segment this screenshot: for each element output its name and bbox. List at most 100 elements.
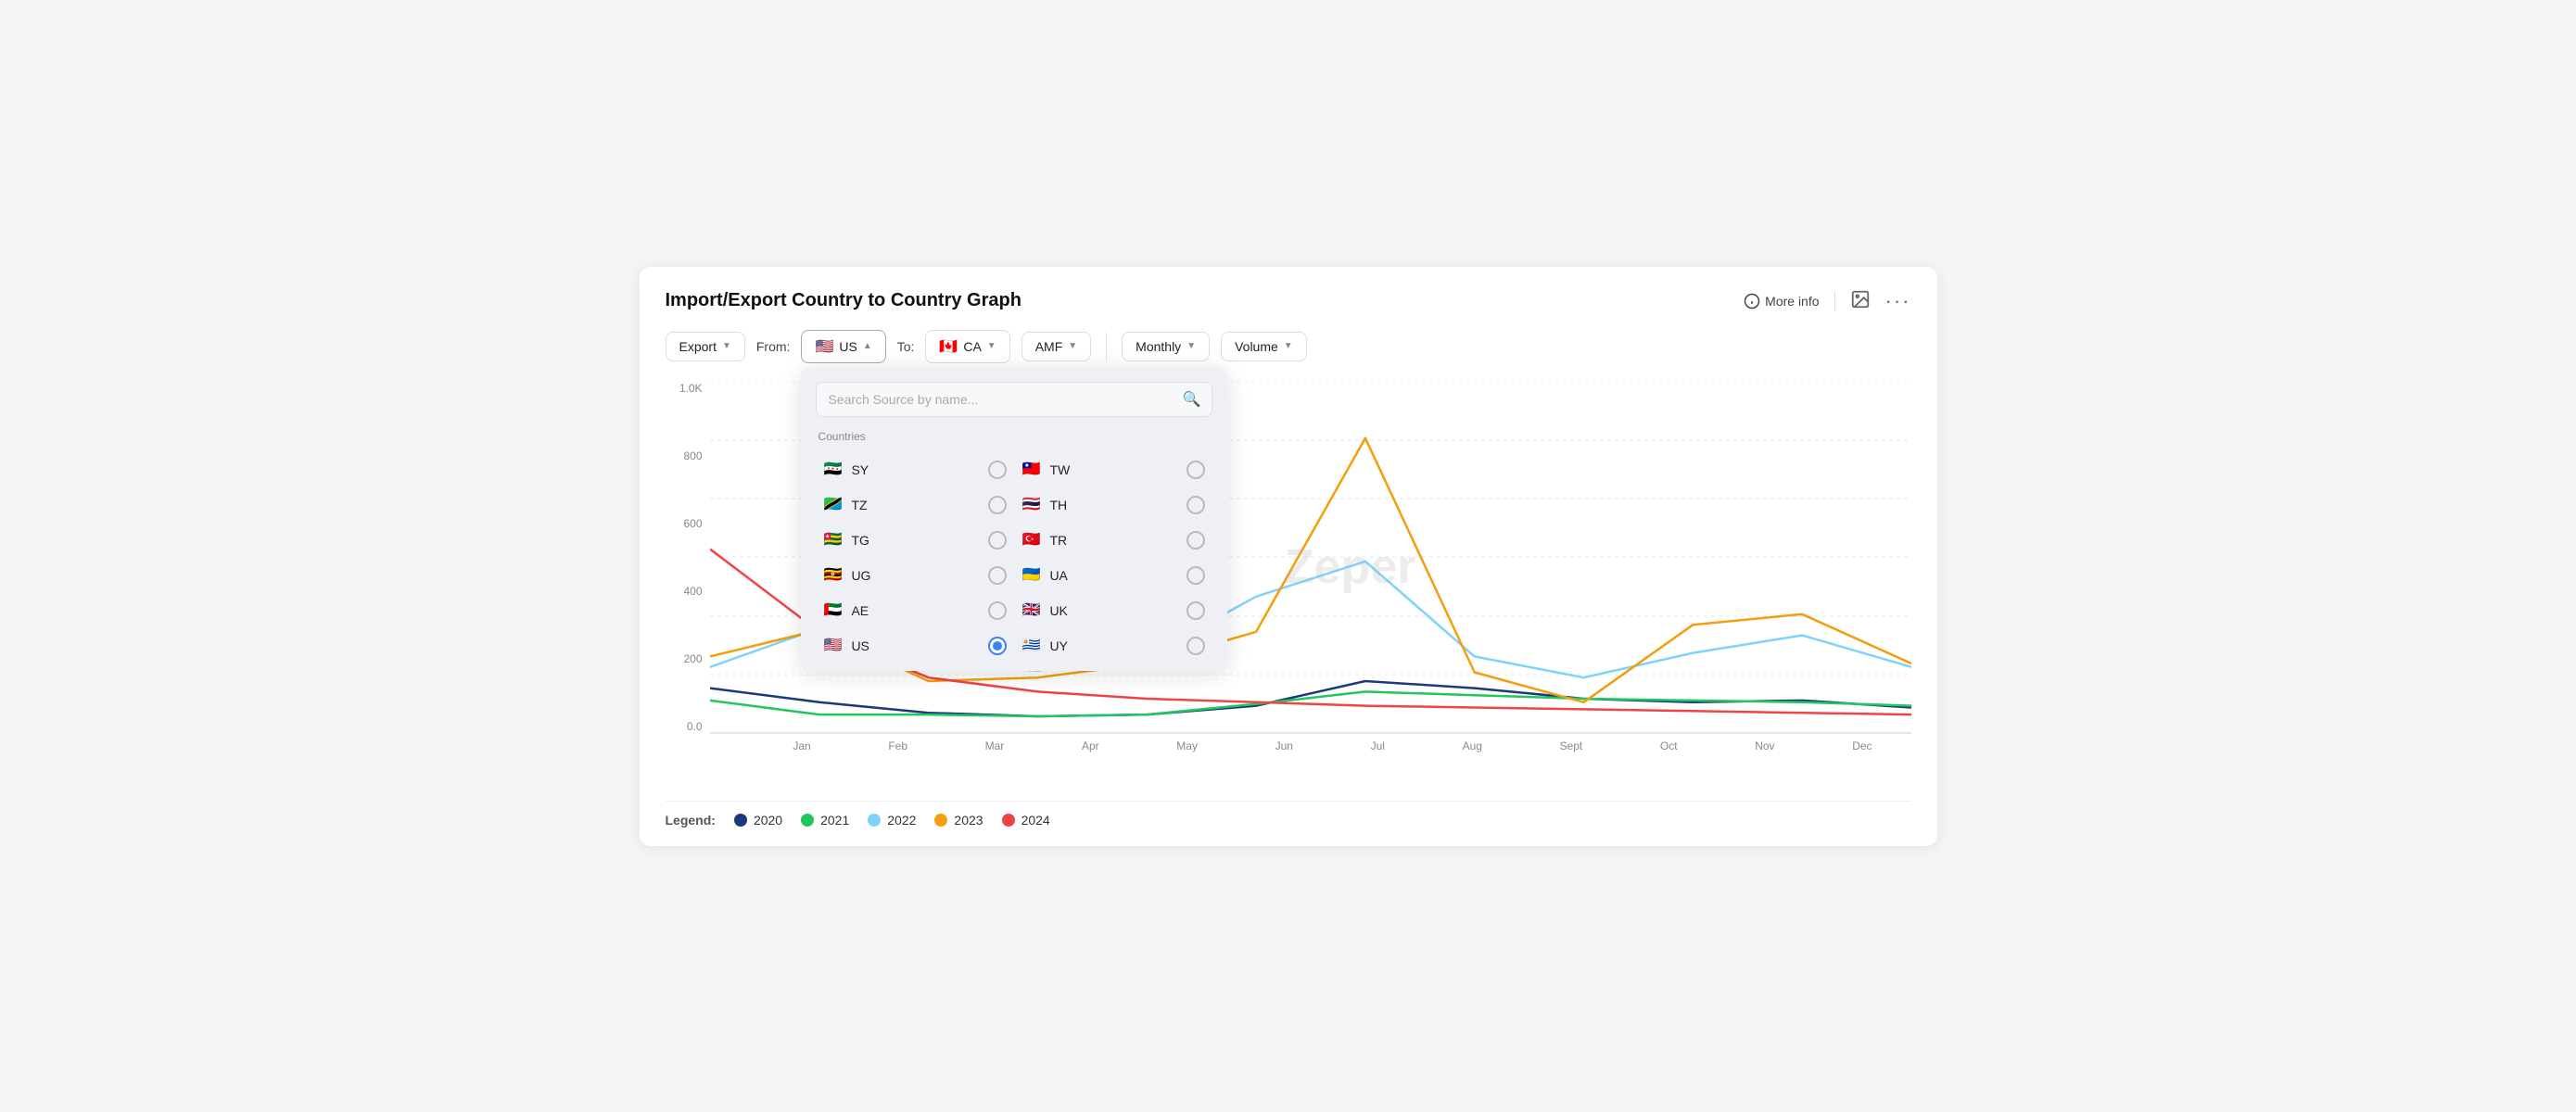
radio-ae[interactable]: [988, 601, 1007, 620]
country-code-us: US: [851, 638, 981, 653]
legend-label: Legend:: [666, 813, 716, 828]
from-dropdown[interactable]: 🇺🇸 US ▲: [801, 330, 885, 363]
legend-dot-2020: [734, 814, 747, 827]
flag-icon-ua: 🇺🇦: [1022, 568, 1042, 582]
from-label: From:: [756, 339, 791, 354]
y-label: 800: [683, 449, 702, 462]
from-value: US: [839, 339, 857, 354]
export-chevron-icon: ▼: [722, 341, 731, 351]
header-actions: More info ···: [1744, 289, 1910, 313]
country-code-ug: UG: [851, 568, 981, 583]
controls-row: Export ▼ From: 🇺🇸 US ▲ 🔍 Countries 🇸🇾: [666, 330, 1911, 363]
x-label: Aug: [1463, 739, 1482, 752]
flag-icon-tz: 🇹🇿: [823, 498, 844, 512]
us-flag-icon: 🇺🇸: [815, 337, 833, 356]
measure-value: Volume: [1235, 339, 1278, 354]
export-dropdown[interactable]: Export ▼: [666, 332, 745, 361]
search-input[interactable]: [828, 392, 1182, 407]
radio-ug[interactable]: [988, 566, 1007, 585]
country-code-tw: TW: [1049, 462, 1179, 477]
info-icon: [1744, 293, 1760, 310]
x-label: Dec: [1852, 739, 1872, 752]
country-code-sy: SY: [851, 462, 981, 477]
country-item-us[interactable]: 🇺🇸 US: [816, 628, 1014, 663]
ca-flag-icon: 🇨🇦: [939, 337, 958, 356]
radio-tr[interactable]: [1186, 531, 1205, 550]
main-card: Import/Export Country to Country Graph M…: [640, 267, 1937, 846]
flag-icon-us: 🇺🇸: [823, 638, 844, 652]
legend-dot-2024: [1002, 814, 1015, 827]
countries-grid: 🇸🇾 SY 🇹🇼 TW 🇹🇿 TZ 🇹🇭 TH 🇹🇬 TG 🇹🇷 TR 🇺🇬 U…: [816, 452, 1212, 663]
country-item-ug[interactable]: 🇺🇬 UG: [816, 558, 1014, 593]
radio-ua[interactable]: [1186, 566, 1205, 585]
frequency-dropdown[interactable]: Monthly ▼: [1122, 332, 1210, 361]
page-title: Import/Export Country to Country Graph: [666, 290, 1022, 311]
radio-th[interactable]: [1186, 496, 1205, 514]
x-label: Oct: [1660, 739, 1678, 752]
country-item-th[interactable]: 🇹🇭 TH: [1014, 487, 1212, 523]
flag-icon-ug: 🇺🇬: [823, 568, 844, 582]
more-options-icon[interactable]: ···: [1885, 291, 1911, 311]
country-code-ae: AE: [851, 603, 981, 618]
legend-item-2020: 2020: [734, 813, 782, 828]
header-divider: [1834, 292, 1835, 310]
commodity-dropdown[interactable]: AMF ▼: [1022, 332, 1091, 361]
x-label: Jun: [1275, 739, 1293, 752]
to-chevron-icon: ▼: [987, 341, 996, 351]
more-info-button[interactable]: More info: [1744, 293, 1819, 310]
y-label: 600: [683, 517, 702, 530]
country-item-tg[interactable]: 🇹🇬 TG: [816, 523, 1014, 558]
flag-icon-uk: 🇬🇧: [1022, 603, 1042, 617]
countries-section-label: Countries: [816, 430, 1212, 443]
header-row: Import/Export Country to Country Graph M…: [666, 289, 1911, 313]
country-code-uy: UY: [1049, 638, 1179, 653]
flag-icon-tr: 🇹🇷: [1022, 533, 1042, 547]
country-code-tr: TR: [1049, 533, 1179, 548]
image-icon[interactable]: [1850, 289, 1871, 313]
x-label: Feb: [888, 739, 907, 752]
legend-row: Legend: 2020 2021 2022 2023 2024: [666, 801, 1911, 828]
country-code-tg: TG: [851, 533, 981, 548]
y-label: 0.0: [687, 720, 703, 733]
radio-uy[interactable]: [1186, 637, 1205, 655]
legend-year-2020: 2020: [754, 813, 782, 828]
x-label: Apr: [1082, 739, 1099, 752]
legend-items: 2020 2021 2022 2023 2024: [734, 813, 1050, 828]
radio-sy[interactable]: [988, 461, 1007, 479]
legend-item-2022: 2022: [868, 813, 916, 828]
x-label: Jan: [793, 739, 810, 752]
legend-dot-2023: [934, 814, 947, 827]
country-item-ua[interactable]: 🇺🇦 UA: [1014, 558, 1212, 593]
y-label: 200: [683, 652, 702, 665]
radio-tw[interactable]: [1186, 461, 1205, 479]
frequency-chevron-icon: ▼: [1186, 341, 1196, 351]
to-label: To:: [897, 339, 915, 354]
radio-tg[interactable]: [988, 531, 1007, 550]
country-item-ae[interactable]: 🇦🇪 AE: [816, 593, 1014, 628]
radio-tz[interactable]: [988, 496, 1007, 514]
flag-icon-ae: 🇦🇪: [823, 603, 844, 617]
commodity-value: AMF: [1035, 339, 1063, 354]
flag-icon-uy: 🇺🇾: [1022, 638, 1042, 652]
country-item-uy[interactable]: 🇺🇾 UY: [1014, 628, 1212, 663]
from-chevron-icon: ▲: [863, 341, 872, 351]
from-wrapper: 🇺🇸 US ▲ 🔍 Countries 🇸🇾 SY 🇹🇼 TW 🇹🇿 T: [801, 330, 885, 363]
country-code-th: TH: [1049, 498, 1179, 512]
legend-year-2024: 2024: [1022, 813, 1050, 828]
x-axis: JanFebMarAprMayJunJulAugSeptOctNovDec: [755, 739, 1911, 752]
country-item-uk[interactable]: 🇬🇧 UK: [1014, 593, 1212, 628]
more-info-label: More info: [1765, 294, 1819, 309]
measure-dropdown[interactable]: Volume ▼: [1221, 332, 1307, 361]
radio-uk[interactable]: [1186, 601, 1205, 620]
to-dropdown[interactable]: 🇨🇦 CA ▼: [925, 330, 1009, 363]
countries-list: 🇸🇾 SY 🇹🇼 TW 🇹🇿 TZ 🇹🇭 TH 🇹🇬 TG 🇹🇷 TR 🇺🇬 U…: [816, 452, 1212, 663]
country-item-tr[interactable]: 🇹🇷 TR: [1014, 523, 1212, 558]
y-label: 1.0K: [679, 382, 703, 395]
country-item-sy[interactable]: 🇸🇾 SY: [816, 452, 1014, 487]
legend-dot-2021: [801, 814, 814, 827]
radio-us[interactable]: [988, 637, 1007, 655]
country-item-tw[interactable]: 🇹🇼 TW: [1014, 452, 1212, 487]
frequency-value: Monthly: [1136, 339, 1181, 354]
country-item-tz[interactable]: 🇹🇿 TZ: [816, 487, 1014, 523]
legend-year-2021: 2021: [820, 813, 849, 828]
